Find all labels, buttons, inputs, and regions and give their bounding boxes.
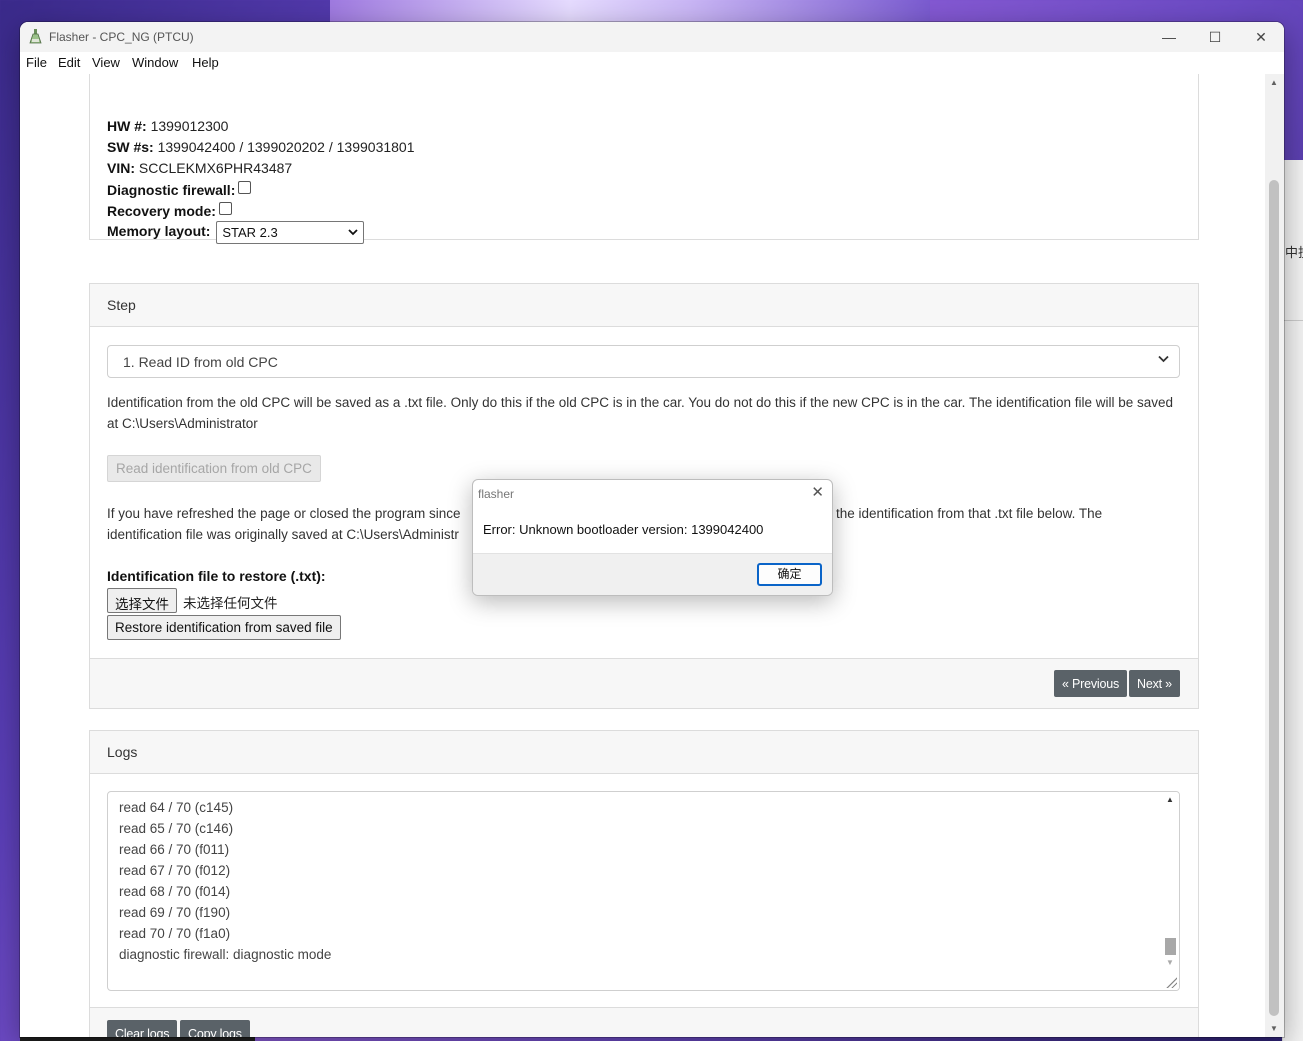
log-line: read 68 / 70 (f014): [119, 884, 231, 899]
logs-lines: read 63 / 70 read 64 / 70 (c145) read 65…: [119, 792, 332, 965]
log-line: read 64 / 70 (c145): [119, 800, 234, 815]
scroll-up-icon[interactable]: ▲: [1166, 795, 1174, 804]
no-file-chosen: 未选择任何文件: [183, 596, 278, 611]
step-header: Step: [90, 284, 1198, 327]
scroll-down-icon[interactable]: ▼: [1270, 1024, 1278, 1033]
logs-footer: [90, 1007, 1198, 1037]
recovery-row: Recovery mode:: [107, 202, 232, 219]
background-window: 中投: [1282, 160, 1303, 1041]
menu-bar: File Edit View Window Help: [20, 52, 1284, 74]
error-dialog: flasher ✕ Error: Unknown bootloader vers…: [472, 479, 833, 596]
logs-scroll-thumb[interactable]: [1165, 938, 1176, 955]
maximize-button[interactable]: ☐: [1192, 22, 1238, 52]
menu-help[interactable]: Help: [192, 55, 219, 70]
taskbar-edge: [20, 1037, 255, 1041]
restore-para-line1-left: If you have refreshed the page or closed…: [107, 506, 461, 521]
firewall-row: Diagnostic firewall:: [107, 181, 252, 198]
log-line: diagnostic firewall: diagnostic mode: [119, 947, 332, 962]
window-title: Flasher - CPC_NG (PTCU): [49, 30, 194, 44]
menu-view[interactable]: View: [92, 55, 120, 70]
hw-label: HW #:: [107, 118, 147, 134]
step-select[interactable]: 1. Read ID from old CPC: [107, 345, 1180, 378]
restore-para-line2: identification file was originally saved…: [107, 527, 459, 542]
vin-label: VIN:: [107, 160, 135, 176]
close-window-button[interactable]: ✕: [1238, 22, 1284, 52]
recovery-checkbox[interactable]: [218, 202, 232, 215]
page-scrollbar[interactable]: ▲ ▼: [1265, 74, 1284, 1037]
menu-file[interactable]: File: [26, 55, 47, 70]
app-flask-icon: [29, 29, 42, 44]
vin-value: SCCLEKMX6PHR43487: [138, 160, 293, 176]
resize-grip-icon[interactable]: [1165, 976, 1177, 988]
hw-value: 1399012300: [150, 118, 229, 134]
memory-layout-select[interactable]: STAR 2.3: [216, 221, 365, 244]
background-window-text: 中投: [1285, 245, 1303, 260]
file-input-label: Identification file to restore (.txt):: [107, 568, 326, 584]
choose-file-button[interactable]: 选择文件: [107, 588, 177, 613]
menu-window[interactable]: Window: [132, 55, 178, 70]
log-line: read 66 / 70 (f011): [119, 842, 230, 857]
vin-row: VIN: SCCLEKMX6PHR43487: [107, 160, 292, 176]
log-line: read 69 / 70 (f190): [119, 905, 231, 920]
chevron-down-icon: [348, 229, 358, 236]
previous-button[interactable]: « Previous: [1054, 670, 1128, 697]
page-scroll-thumb[interactable]: [1269, 180, 1279, 1016]
logs-scrollbar[interactable]: ▲ ▼: [1162, 792, 1179, 990]
log-line: read 70 / 70 (f1a0): [119, 926, 231, 941]
dialog-message: Error: Unknown bootloader version: 13990…: [483, 522, 764, 537]
log-line: read 65 / 70 (c146): [119, 821, 234, 836]
firewall-label: Diagnostic firewall:: [107, 182, 236, 198]
firewall-checkbox[interactable]: [238, 181, 252, 194]
memory-layout-value: STAR 2.3: [222, 225, 278, 240]
restore-para-line1-right: the identification from that .txt file b…: [836, 506, 1103, 521]
sw-row: SW #s: 1399042400 / 1399020202 / 1399031…: [107, 139, 415, 155]
step-footer: [90, 658, 1198, 708]
file-label-row: Identification file to restore (.txt):: [107, 568, 326, 584]
scroll-down-icon[interactable]: ▼: [1166, 958, 1174, 967]
read-identification-button[interactable]: Read identification from old CPC: [107, 455, 321, 482]
device-info-card: [89, 74, 1199, 240]
clear-logs-button[interactable]: Clear logs: [107, 1020, 178, 1037]
memory-row: Memory layout: STAR 2.3: [107, 221, 365, 244]
logs-textarea[interactable]: read 63 / 70 read 64 / 70 (c145) read 65…: [107, 791, 1180, 991]
minimize-button[interactable]: —: [1146, 22, 1192, 52]
dialog-title: flasher: [478, 487, 515, 501]
next-button[interactable]: Next »: [1129, 670, 1180, 697]
dialog-footer: 确定: [473, 553, 832, 595]
dialog-ok-button[interactable]: 确定: [757, 563, 822, 586]
chevron-down-icon: [1158, 355, 1169, 363]
log-line: read 67 / 70 (f012): [119, 863, 231, 878]
memory-label: Memory layout:: [107, 223, 211, 240]
hw-row: HW #: 1399012300: [107, 118, 228, 134]
restore-identification-button[interactable]: Restore identification from saved file: [107, 615, 341, 640]
menu-edit[interactable]: Edit: [58, 55, 80, 70]
dialog-close-icon[interactable]: ✕: [811, 483, 824, 501]
copy-logs-button[interactable]: Copy logs: [180, 1020, 250, 1037]
title-bar[interactable]: Flasher - CPC_NG (PTCU) — ☐ ✕: [20, 22, 1284, 52]
scroll-up-icon[interactable]: ▲: [1270, 78, 1278, 87]
sw-value: 1399042400 / 1399020202 / 1399031801: [157, 139, 415, 155]
sw-label: SW #s:: [107, 139, 154, 155]
step-description: Identification from the old CPC will be …: [107, 395, 1174, 431]
logs-header: Logs: [90, 731, 1198, 774]
step-select-value: 1. Read ID from old CPC: [123, 354, 278, 370]
recovery-label: Recovery mode:: [107, 203, 216, 219]
